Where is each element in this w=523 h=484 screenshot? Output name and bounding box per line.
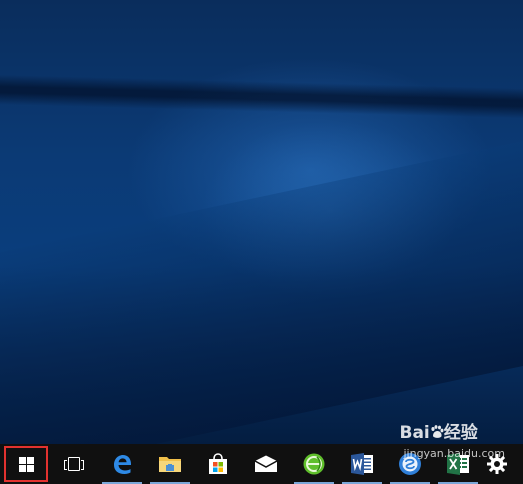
edge-button[interactable] — [98, 444, 146, 484]
settings-button[interactable] — [482, 444, 512, 484]
gear-icon — [487, 454, 507, 474]
word-icon — [351, 453, 373, 475]
sogou-button[interactable] — [386, 444, 434, 484]
desktop-wallpaper — [0, 0, 523, 481]
mail-button[interactable] — [242, 444, 290, 484]
blue-circle-icon — [399, 453, 421, 475]
start-button[interactable] — [4, 446, 48, 482]
store-bag-icon — [209, 453, 227, 474]
desktop-screen: Bai 经验 jingyan.baidu.com — [0, 0, 523, 484]
browser-button[interactable] — [290, 444, 338, 484]
windows-logo-icon — [18, 456, 34, 472]
green-globe-icon — [303, 453, 325, 475]
wallpaper-beam — [0, 74, 523, 120]
edge-icon — [114, 455, 131, 474]
task-view-button[interactable] — [50, 444, 98, 484]
folder-icon — [159, 457, 181, 472]
task-view-icon — [64, 457, 84, 471]
file-explorer-button[interactable] — [146, 444, 194, 484]
word-button[interactable] — [338, 444, 386, 484]
taskbar — [0, 444, 523, 484]
excel-button[interactable] — [434, 444, 482, 484]
store-button[interactable] — [194, 444, 242, 484]
excel-icon — [447, 453, 469, 475]
envelope-icon — [254, 455, 278, 472]
